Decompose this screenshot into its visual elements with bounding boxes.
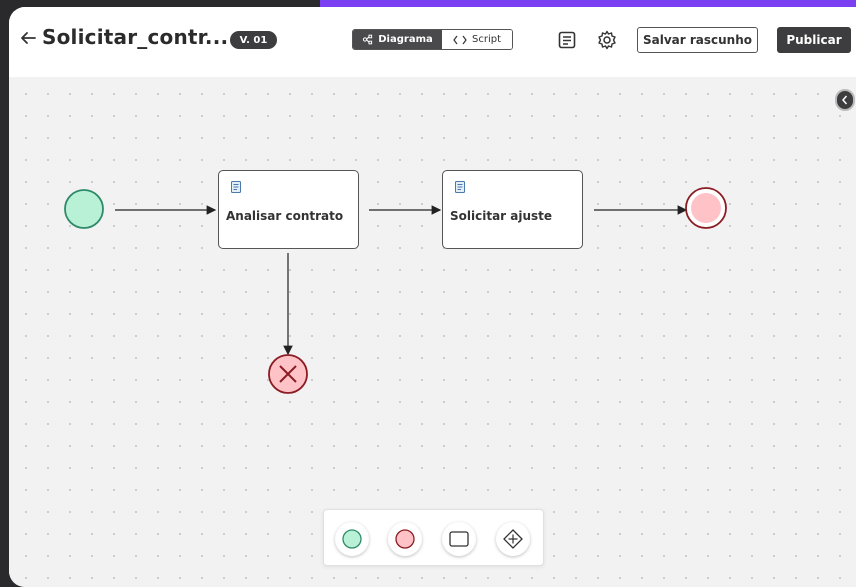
task-tool[interactable] xyxy=(442,522,476,556)
editor-header: Solicitar_contr... V. 01 Diagrama Script xyxy=(9,7,856,77)
start-event[interactable] xyxy=(64,189,104,229)
view-toggle: Diagrama Script xyxy=(352,29,513,50)
gear-icon[interactable] xyxy=(596,29,618,51)
panel-collapse-button[interactable] xyxy=(835,89,855,111)
page-title: Solicitar_contr... xyxy=(42,25,229,49)
rectangle-icon xyxy=(449,531,469,547)
code-icon xyxy=(453,35,467,44)
back-arrow-icon[interactable] xyxy=(17,27,39,49)
error-end-event[interactable] xyxy=(268,354,308,394)
version-badge: V. 01 xyxy=(230,31,277,49)
notes-icon[interactable] xyxy=(556,29,578,51)
document-icon xyxy=(455,181,465,193)
gateway-tool[interactable] xyxy=(496,522,530,556)
editor-window: Solicitar_contr... V. 01 Diagrama Script xyxy=(9,7,856,587)
start-event-tool[interactable] xyxy=(335,522,369,556)
tab-diagram[interactable]: Diagrama xyxy=(353,30,442,49)
diamond-plus-icon xyxy=(503,529,523,549)
task-label: Analisar contrato xyxy=(226,209,344,223)
end-event-tool[interactable] xyxy=(388,522,422,556)
task-analisar-contrato[interactable]: Analisar contrato xyxy=(218,170,359,249)
task-label: Solicitar ajuste xyxy=(450,209,553,223)
tab-diagram-label: Diagrama xyxy=(378,34,433,45)
chevron-left-icon xyxy=(842,95,848,105)
end-event[interactable] xyxy=(685,187,727,229)
red-circle-icon xyxy=(395,529,415,549)
diagram-icon xyxy=(363,34,373,45)
publish-button[interactable]: Publicar xyxy=(777,27,851,53)
tab-script-label: Script xyxy=(471,34,501,45)
tab-script[interactable]: Script xyxy=(442,30,512,49)
green-circle-icon xyxy=(342,529,362,549)
document-icon xyxy=(231,181,241,193)
save-draft-button[interactable]: Salvar rascunho xyxy=(637,27,758,53)
element-palette xyxy=(323,509,544,566)
task-solicitar-ajuste[interactable]: Solicitar ajuste xyxy=(442,170,583,249)
